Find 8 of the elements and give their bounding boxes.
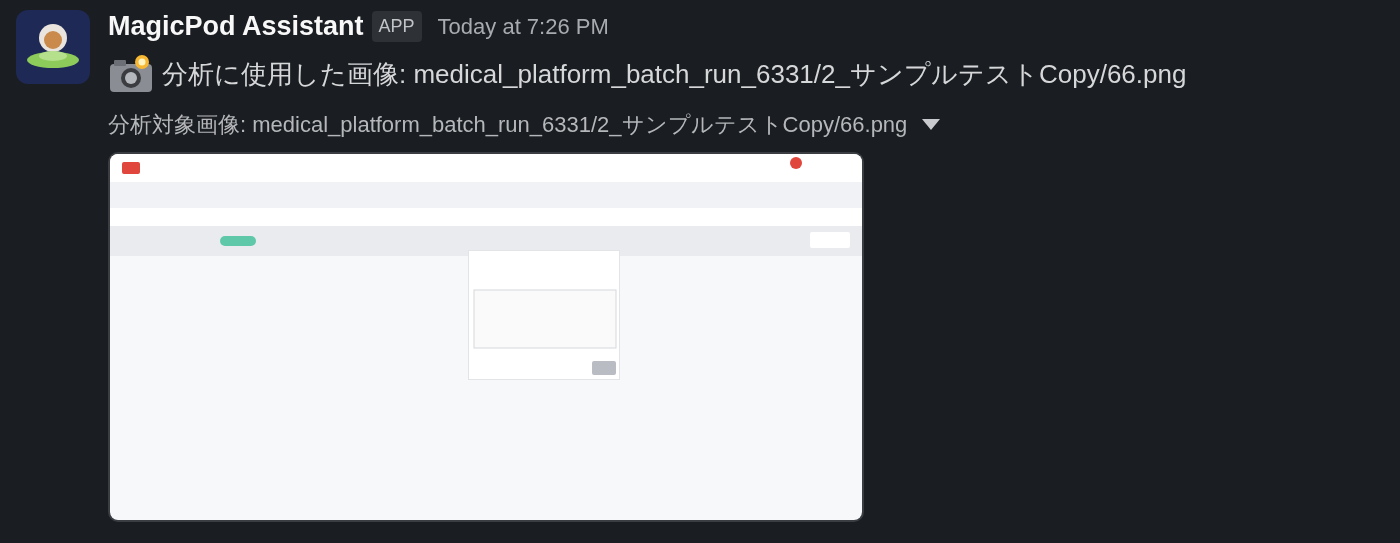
app-badge: APP bbox=[371, 10, 422, 42]
avatar-icon[interactable] bbox=[16, 10, 90, 84]
caret-icon[interactable] bbox=[921, 117, 942, 131]
timestamp[interactable]: Today at 7:26 PM bbox=[437, 9, 609, 43]
sender-name[interactable]: MagicPod Assistant bbox=[108, 5, 364, 47]
message-text: 分析に使用した画像: medical_platform_batch_run_6331/2_サンプルテストCopy/66.png bbox=[162, 57, 1187, 91]
camera-icon bbox=[108, 54, 154, 94]
attachment-title: 分析対象画像: medical_platform_batch_run_6331/2_サンプルテストCopy/66.png bbox=[108, 110, 908, 139]
